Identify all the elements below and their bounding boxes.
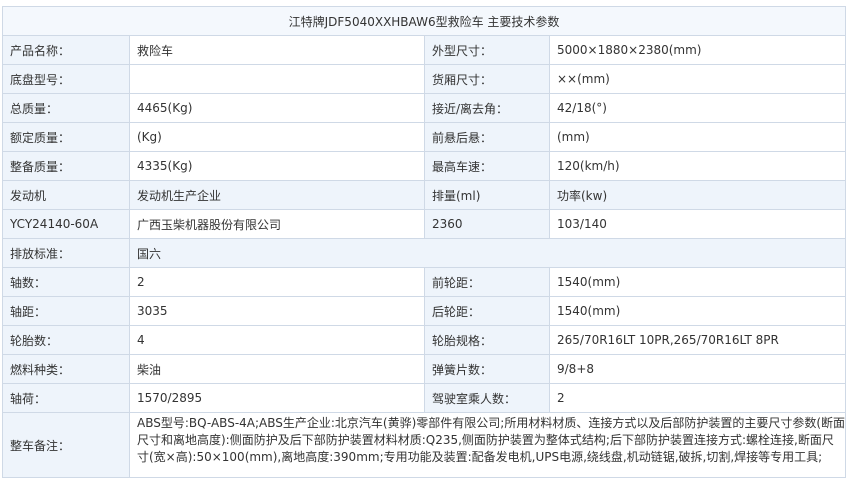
row-label: 产品名称：: [2, 35, 130, 65]
row-value: 国六: [128, 238, 847, 268]
row-label: 轮胎数：: [2, 325, 130, 355]
table-row: 发动机 发动机生产企业 排量(ml) 功率(kw): [2, 180, 847, 210]
table-row: 底盘型号： 货厢尺寸： ××(mm): [2, 64, 847, 94]
table-row: 产品名称： 救险车 外型尺寸： 5000×1880×2380(mm): [2, 35, 847, 65]
row-label: 底盘型号：: [2, 64, 130, 94]
row-value: 42/18(°): [548, 93, 847, 123]
table-row: 轴数： 2 前轮距： 1540(mm): [2, 267, 847, 297]
row-label: 整备质量：: [2, 151, 130, 181]
table-row: 轴荷： 1570/2895 驾驶室乘人数： 2: [2, 383, 847, 413]
row-value: 1540(mm): [548, 296, 847, 326]
row-value: (Kg): [129, 122, 425, 152]
row-value: 2: [129, 267, 425, 297]
table-title: 江特牌JDF5040XXHBAW6型救险车 主要技术参数: [1, 6, 847, 36]
row-value: 柴油: [129, 354, 425, 384]
table-row: 燃料种类： 柴油 弹簧片数： 9/8+8: [2, 354, 847, 384]
row-label: 发动机: [2, 180, 130, 210]
row-label: 轴距：: [2, 296, 130, 326]
notes-row: 整车备注： ABS型号:BQ-ABS-4A;ABS生产企业:北京汽车(黄骅)零部件…: [2, 412, 847, 478]
row-label: 外型尺寸：: [424, 35, 550, 65]
table-row: 总质量： 4465(Kg) 接近/离去角： 42/18(°): [2, 93, 847, 123]
row-label: 前轮距：: [424, 267, 550, 297]
table-row: 额定质量： (Kg) 前悬后悬： (mm): [2, 122, 847, 152]
row-label: 轮胎规格：: [424, 325, 550, 355]
row-value: [129, 64, 425, 94]
row-label: 功率(kw): [548, 180, 847, 210]
row-label: 接近/离去角：: [424, 93, 550, 123]
row-label: 后轮距：: [424, 296, 550, 326]
row-value: 9/8+8: [548, 354, 847, 384]
table-row: YCY24140-60A 广西玉柴机器股份有限公司 2360 103/140: [2, 209, 847, 239]
row-value: 5000×1880×2380(mm): [548, 35, 847, 65]
row-label: YCY24140-60A: [2, 209, 130, 239]
row-value: 1540(mm): [548, 267, 847, 297]
row-label: 驾驶室乘人数：: [424, 383, 550, 413]
row-label: 轴数：: [2, 267, 130, 297]
row-label: 燃料种类：: [2, 354, 130, 384]
row-label: 排量(ml): [424, 180, 550, 210]
row-label: 轴荷：: [2, 383, 130, 413]
row-label: 货厢尺寸：: [424, 64, 550, 94]
row-value: 120(km/h): [548, 151, 847, 181]
row-value: (mm): [548, 122, 847, 152]
table-row: 整备质量： 4335(Kg) 最高车速： 120(km/h): [2, 151, 847, 181]
row-value: 4: [129, 325, 425, 355]
row-value: ××(mm): [548, 64, 847, 94]
row-label: 额定质量：: [2, 122, 130, 152]
row-value: 1570/2895: [129, 383, 425, 413]
notes-label: 整车备注：: [2, 412, 130, 478]
row-label: 发动机生产企业: [129, 180, 425, 210]
table-row: 排放标准： 国六: [2, 238, 847, 268]
row-value: 3035: [129, 296, 425, 326]
row-value: 广西玉柴机器股份有限公司: [129, 209, 425, 239]
row-label: 弹簧片数：: [424, 354, 550, 384]
table-row: 轮胎数： 4 轮胎规格： 265/70R16LT 10PR,265/70R16LT 8…: [2, 325, 847, 355]
row-value: 2: [548, 383, 847, 413]
spec-table: 江特牌JDF5040XXHBAW6型救险车 主要技术参数 产品名称： 救险车 外型尺…: [1, 6, 847, 478]
row-label: 最高车速：: [424, 151, 550, 181]
row-label: 前悬后悬：: [424, 122, 550, 152]
row-value: 4465(Kg): [129, 93, 425, 123]
row-value: 265/70R16LT 10PR,265/70R16LT 8PR: [548, 325, 847, 355]
table-row: 轴距： 3035 后轮距： 1540(mm): [2, 296, 847, 326]
row-value: 4335(Kg): [129, 151, 425, 181]
row-value: 103/140: [548, 209, 847, 239]
row-value: 救险车: [129, 35, 425, 65]
notes-text: ABS型号:BQ-ABS-4A;ABS生产企业:北京汽车(黄骅)零部件有限公司;…: [128, 412, 847, 478]
row-label: 2360: [424, 209, 550, 239]
row-label: 排放标准：: [2, 238, 130, 268]
row-label: 总质量：: [2, 93, 130, 123]
